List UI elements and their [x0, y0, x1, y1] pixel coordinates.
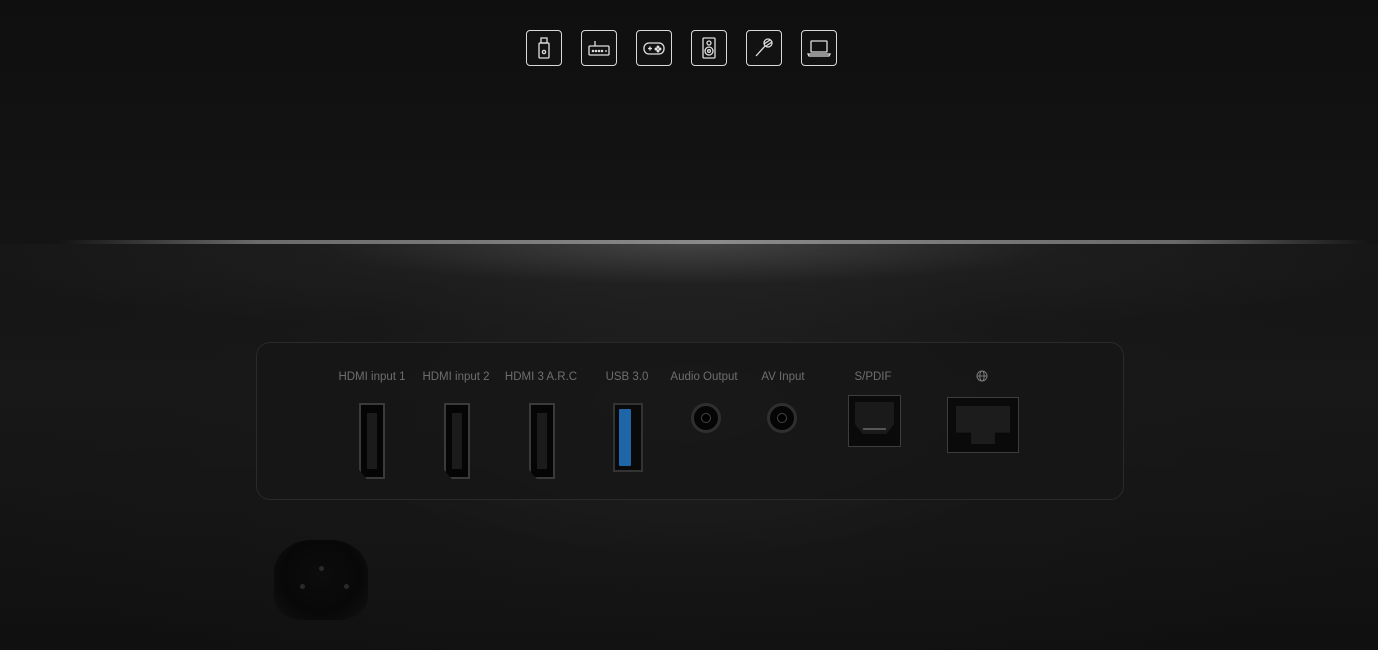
- power-socket: [274, 540, 368, 620]
- audio-output-label: Audio Output: [670, 371, 738, 383]
- globe-icon: [976, 370, 988, 382]
- laptop-icon[interactable]: [801, 30, 837, 66]
- hdmi2-port: [444, 403, 470, 479]
- spdif-port: [848, 395, 901, 447]
- tv-back-panel-stage: HDMI input 1 HDMI input 2 HDMI 3 A.R.C U…: [0, 0, 1378, 650]
- hdmi2-label: HDMI input 2: [422, 371, 490, 383]
- hdmi3-label: HDMI 3 A.R.C: [504, 371, 578, 383]
- usb-port: [613, 403, 643, 472]
- av-input-label: AV Input: [761, 371, 805, 383]
- device-icon-row: [526, 30, 837, 66]
- spdif-label: S/PDIF: [854, 371, 892, 383]
- tv-bottom-edge: [60, 240, 1370, 244]
- speaker-icon[interactable]: [691, 30, 727, 66]
- hdmi1-port: [359, 403, 385, 479]
- audio-output-jack: [691, 403, 721, 433]
- usb-drive-icon[interactable]: [526, 30, 562, 66]
- av-input-jack: [767, 403, 797, 433]
- hdmi1-label: HDMI input 1: [338, 371, 406, 383]
- set-top-box-icon[interactable]: [581, 30, 617, 66]
- game-controller-icon[interactable]: [636, 30, 672, 66]
- tv-edge-glow: [0, 244, 1378, 334]
- hdmi3-port: [529, 403, 555, 479]
- microphone-icon[interactable]: [746, 30, 782, 66]
- ethernet-port: [947, 397, 1019, 453]
- usb-label: USB 3.0: [605, 371, 649, 383]
